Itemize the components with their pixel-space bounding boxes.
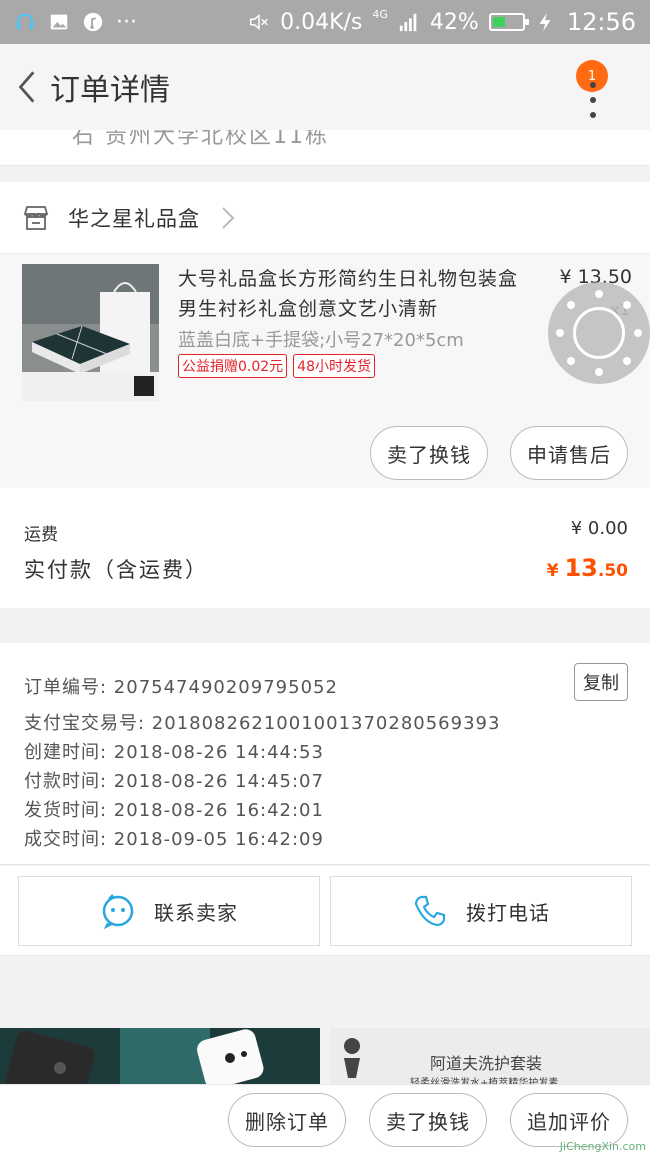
store-icon xyxy=(23,205,49,230)
shipping-tag: 48小时发货 xyxy=(293,354,375,378)
charging-icon xyxy=(535,11,557,33)
battery-level xyxy=(492,17,505,27)
alipay-number: 支付宝交易号: 2018082621001001370280569393 xyxy=(24,713,501,734)
bottom-action-bar: 删除订单 卖了换钱 追加评价 JiChengXin.com xyxy=(0,1084,650,1155)
back-arrow-icon[interactable] xyxy=(6,67,46,107)
signal-icon xyxy=(398,11,420,33)
recommend-subtitle: 轻柔丝滑洗发水+植萃精华护发素 xyxy=(410,1078,559,1084)
charity-tag: 公益捐赠0.02元 xyxy=(178,354,288,378)
mute-icon xyxy=(248,11,270,33)
fee-summary: 运费 ¥ 0.00 实付款（含运费） ¥ 13.50 xyxy=(0,488,650,608)
recommend-title: 阿道夫洗护套装 xyxy=(430,1054,543,1073)
address-text: 石 贵州大学北校区11栋 xyxy=(72,130,329,149)
status-bar: ··· 0.04K/s 4G 42% 12:56 xyxy=(0,0,650,44)
order-number: 订单编号: 207547490209795052 xyxy=(24,677,338,698)
battery-icon xyxy=(488,13,529,31)
chat-icon xyxy=(102,894,134,929)
music-icon xyxy=(82,11,104,33)
item-actions: 卖了换钱 申请售后 xyxy=(370,426,628,480)
product-title[interactable]: 大号礼品盒长方形简约生日礼物包装盒男生衬衫礼盒创意文艺小清新 xyxy=(178,264,528,324)
order-info: 订单编号: 207547490209795052 复制 支付宝交易号: 2018… xyxy=(0,643,650,865)
call-phone-label: 拨打电话 xyxy=(466,900,550,925)
recommend-item-left[interactable] xyxy=(0,1028,320,1084)
recommend-item-right[interactable]: 阿道夫洗护套装 轻柔丝滑洗发水+植萃精华护发素 xyxy=(330,1028,650,1084)
completed-time: 成交时间: 2018-09-05 16:42:09 xyxy=(24,829,324,850)
brand-logo-image xyxy=(330,1028,410,1084)
shipping-label: 运费 xyxy=(24,525,58,545)
address-section: 石 贵州大学北校区11栋 xyxy=(0,130,650,166)
call-phone-button[interactable]: 拨打电话 xyxy=(330,876,632,946)
product-thumbnail[interactable] xyxy=(22,264,159,401)
paid-time: 付款时间: 2018-08-26 14:45:07 xyxy=(24,771,324,792)
sell-item-button[interactable]: 卖了换钱 xyxy=(370,426,488,480)
contact-seller-label: 联系卖家 xyxy=(154,900,238,925)
shop-header[interactable]: 华之星礼品盒 xyxy=(0,182,650,254)
top-nav: 订单详情 1 xyxy=(0,44,650,130)
more-dots-icon xyxy=(590,82,598,118)
after-sales-button[interactable]: 申请售后 xyxy=(510,426,628,480)
copy-button[interactable]: 复制 xyxy=(574,663,628,701)
assist-ring-icon xyxy=(573,307,625,359)
sell-for-cash-button[interactable]: 卖了换钱 xyxy=(369,1093,487,1147)
created-time: 创建时间: 2018-08-26 14:44:53 xyxy=(24,742,324,763)
watermark: JiChengXin.com xyxy=(559,1140,646,1153)
paid-amount: ¥ 13.50 xyxy=(547,554,628,582)
battery-percent: 42% xyxy=(429,9,479,35)
network-type: 4G xyxy=(372,7,388,21)
more-menu-button[interactable]: 1 xyxy=(576,60,626,120)
contact-seller-button[interactable]: 联系卖家 xyxy=(18,876,320,946)
paid-integer: 13 xyxy=(564,554,598,582)
phone-icon xyxy=(414,895,446,927)
contact-row: 联系卖家 拨打电话 xyxy=(0,866,650,956)
network-speed: 0.04K/s xyxy=(280,9,363,35)
add-review-button[interactable]: 追加评价 xyxy=(510,1093,628,1147)
paid-label: 实付款（含运费） xyxy=(24,558,208,582)
shipped-time: 发货时间: 2018-08-26 16:42:01 xyxy=(24,800,324,821)
paid-decimal: .50 xyxy=(597,561,628,581)
page-title: 订单详情 xyxy=(50,73,170,108)
headset-icon xyxy=(14,11,36,33)
floating-assist-button[interactable] xyxy=(548,282,650,384)
more-notifications-icon: ··· xyxy=(116,9,137,35)
delete-order-button[interactable]: 删除订单 xyxy=(228,1093,346,1147)
clock: 12:56 xyxy=(566,8,636,36)
product-sku: 蓝盖白底+手提袋;小号27*20*5cm xyxy=(178,330,464,351)
image-icon xyxy=(48,11,70,33)
paid-currency: ¥ xyxy=(546,561,565,581)
product-tags: 公益捐赠0.02元 48小时发货 xyxy=(178,354,375,378)
shop-name: 华之星礼品盒 xyxy=(68,206,200,231)
phone-case-image xyxy=(0,1028,320,1084)
shipping-value: ¥ 0.00 xyxy=(570,518,628,539)
chevron-right-icon xyxy=(222,206,235,229)
